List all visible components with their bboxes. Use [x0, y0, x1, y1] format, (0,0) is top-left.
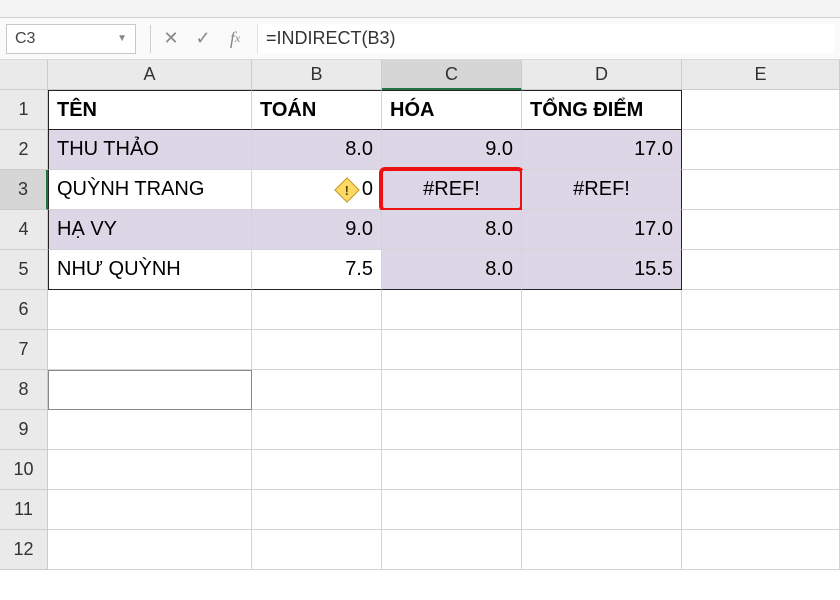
cell-A6[interactable]	[48, 290, 252, 330]
row-header-4[interactable]: 4	[0, 210, 48, 250]
row-header-3[interactable]: 3	[0, 170, 48, 210]
confirm-formula-icon[interactable]: ✓	[187, 24, 219, 54]
cell-A8[interactable]	[48, 370, 252, 410]
cell-D10[interactable]	[522, 450, 682, 490]
cell-E12[interactable]	[682, 530, 840, 570]
titlebar-strip	[0, 0, 840, 18]
cell-C6[interactable]	[382, 290, 522, 330]
cancel-formula-icon[interactable]: ✕	[155, 24, 187, 54]
cell-C12[interactable]	[382, 530, 522, 570]
cell-D3[interactable]: #REF!	[522, 170, 682, 210]
cell-A4[interactable]: HẠ VY	[48, 210, 252, 250]
cell-D4[interactable]: 17.0	[522, 210, 682, 250]
cell-E4[interactable]	[682, 210, 840, 250]
cell-B4[interactable]: 9.0	[252, 210, 382, 250]
row-header-5[interactable]: 5	[0, 250, 48, 290]
cell-D5[interactable]: 15.5	[522, 250, 682, 290]
cell-A12[interactable]	[48, 530, 252, 570]
name-box[interactable]: C3 ▼	[6, 24, 136, 54]
cell-C9[interactable]	[382, 410, 522, 450]
cell-C3[interactable]: #REF!	[382, 170, 522, 210]
cell-D9[interactable]	[522, 410, 682, 450]
cell-C4[interactable]: 8.0	[382, 210, 522, 250]
col-header-B[interactable]: B	[252, 60, 382, 90]
cell-E11[interactable]	[682, 490, 840, 530]
formula-bar: C3 ▼ ✕ ✓ fx =INDIRECT(B3)	[0, 18, 840, 60]
spreadsheet-grid[interactable]: A B C D E 1 TÊN TOÁN HÓA TỔNG ĐIỂM 2 THU…	[0, 60, 840, 570]
cell-C3-value: #REF!	[423, 178, 480, 201]
cell-B3[interactable]: ! 0	[252, 170, 382, 210]
row-header-12[interactable]: 12	[0, 530, 48, 570]
cell-A3[interactable]: QUỲNH TRANG	[48, 170, 252, 210]
cell-D6[interactable]	[522, 290, 682, 330]
cell-B10[interactable]	[252, 450, 382, 490]
cell-E6[interactable]	[682, 290, 840, 330]
cell-B7[interactable]	[252, 330, 382, 370]
chevron-down-icon: ▼	[117, 33, 127, 44]
cell-D11[interactable]	[522, 490, 682, 530]
cell-C10[interactable]	[382, 450, 522, 490]
row-header-6[interactable]: 6	[0, 290, 48, 330]
cell-E1[interactable]	[682, 90, 840, 130]
cell-C2[interactable]: 9.0	[382, 130, 522, 170]
divider	[150, 25, 151, 53]
cell-C8[interactable]	[382, 370, 522, 410]
cell-A5[interactable]: NHƯ QUỲNH	[48, 250, 252, 290]
cell-B8[interactable]	[252, 370, 382, 410]
cell-B6[interactable]	[252, 290, 382, 330]
cell-E10[interactable]	[682, 450, 840, 490]
row-header-2[interactable]: 2	[0, 130, 48, 170]
row-header-11[interactable]: 11	[0, 490, 48, 530]
fx-icon[interactable]: fx	[219, 24, 251, 54]
cell-A7[interactable]	[48, 330, 252, 370]
row-header-8[interactable]: 8	[0, 370, 48, 410]
cell-D12[interactable]	[522, 530, 682, 570]
row-header-1[interactable]: 1	[0, 90, 48, 130]
cell-C11[interactable]	[382, 490, 522, 530]
col-header-A[interactable]: A	[48, 60, 252, 90]
cell-A2[interactable]: THU THẢO	[48, 130, 252, 170]
cell-C7[interactable]	[382, 330, 522, 370]
col-header-C[interactable]: C	[382, 60, 522, 90]
formula-text: =INDIRECT(B3)	[266, 28, 396, 49]
row-header-10[interactable]: 10	[0, 450, 48, 490]
cell-E2[interactable]	[682, 130, 840, 170]
cell-C1[interactable]: HÓA	[382, 90, 522, 130]
cell-E5[interactable]	[682, 250, 840, 290]
cell-B5[interactable]: 7.5	[252, 250, 382, 290]
cell-B1[interactable]: TOÁN	[252, 90, 382, 130]
cell-B12[interactable]	[252, 530, 382, 570]
cell-B2[interactable]: 8.0	[252, 130, 382, 170]
cell-E8[interactable]	[682, 370, 840, 410]
cell-A11[interactable]	[48, 490, 252, 530]
name-box-value: C3	[15, 30, 35, 48]
cell-A1[interactable]: TÊN	[48, 90, 252, 130]
col-header-D[interactable]: D	[522, 60, 682, 90]
cell-B3-value: 0	[362, 178, 373, 201]
col-header-E[interactable]: E	[682, 60, 840, 90]
select-all-corner[interactable]	[0, 60, 48, 90]
cell-A10[interactable]	[48, 450, 252, 490]
cell-E7[interactable]	[682, 330, 840, 370]
row-header-7[interactable]: 7	[0, 330, 48, 370]
formula-input[interactable]: =INDIRECT(B3)	[257, 24, 834, 54]
cell-D2[interactable]: 17.0	[522, 130, 682, 170]
cell-E3[interactable]	[682, 170, 840, 210]
cell-E9[interactable]	[682, 410, 840, 450]
cell-C5[interactable]: 8.0	[382, 250, 522, 290]
cell-B9[interactable]	[252, 410, 382, 450]
cell-B11[interactable]	[252, 490, 382, 530]
error-warning-icon[interactable]: !	[334, 177, 359, 202]
cell-D8[interactable]	[522, 370, 682, 410]
row-header-9[interactable]: 9	[0, 410, 48, 450]
cell-A9[interactable]	[48, 410, 252, 450]
cell-D1[interactable]: TỔNG ĐIỂM	[522, 90, 682, 130]
cell-D7[interactable]	[522, 330, 682, 370]
